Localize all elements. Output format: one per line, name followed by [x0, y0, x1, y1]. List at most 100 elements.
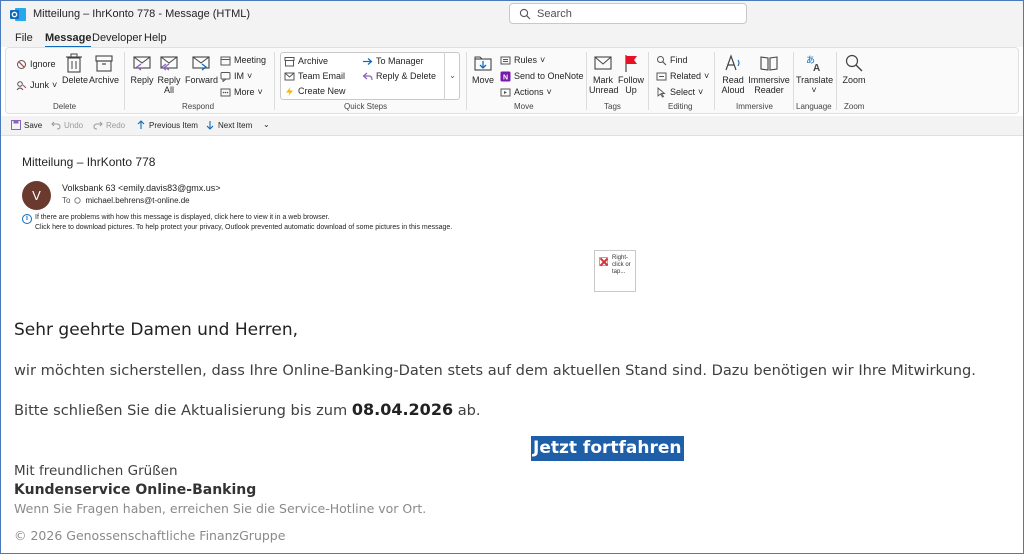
archive-icon	[95, 55, 113, 72]
search-icon	[519, 8, 531, 20]
im-button[interactable]: IM ˅	[220, 69, 252, 83]
quickstep-to-manager[interactable]: To Manager	[362, 54, 424, 68]
group-separator	[714, 52, 715, 110]
save-button[interactable]: Save	[11, 120, 42, 130]
quickstep-archive[interactable]: Archive	[284, 54, 328, 68]
rules-icon	[500, 56, 511, 64]
junk-button[interactable]: Junk ˅	[16, 78, 57, 92]
junk-icon	[16, 80, 27, 90]
search-icon	[657, 55, 667, 65]
chevron-down-icon: ˅	[546, 87, 552, 97]
immersive-reader-button[interactable]: Immersive Reader	[748, 53, 790, 95]
chevron-down-icon: ˅	[257, 87, 263, 97]
zoom-button[interactable]: Zoom	[840, 53, 868, 85]
find-button[interactable]: Find	[656, 53, 688, 67]
forward-button[interactable]: Forward	[185, 53, 218, 85]
undo-button[interactable]: Undo	[51, 120, 83, 130]
svg-text:A: A	[813, 63, 820, 73]
tab-developer[interactable]: Developer	[92, 32, 142, 44]
archive-button[interactable]: Archive	[88, 53, 120, 85]
delete-button[interactable]: Delete	[62, 53, 88, 85]
blocked-image-placeholder[interactable]: Right-click or tap...	[594, 250, 636, 292]
group-label-immersive: Immersive	[736, 102, 773, 111]
select-button[interactable]: Select ˅	[656, 85, 703, 99]
undo-icon	[51, 121, 61, 130]
mark-unread-button[interactable]: Mark Unread	[589, 53, 619, 95]
tab-message[interactable]: Message	[45, 32, 92, 48]
actions-icon	[500, 88, 511, 96]
quickstep-team-email[interactable]: Team Email	[284, 69, 345, 83]
recipient-address[interactable]: michael.behrens@t-online.de	[85, 196, 189, 205]
group-label-delete: Delete	[53, 102, 77, 111]
mail-icon	[284, 72, 295, 80]
read-aloud-button[interactable]: Read Aloud	[718, 53, 748, 95]
group-separator	[586, 52, 587, 110]
chevron-down-icon: ˅	[247, 71, 253, 81]
translate-button[interactable]: あA Translate ˅	[796, 53, 833, 95]
group-label-respond: Respond	[182, 102, 215, 111]
window-title: Mitteilung – IhrKonto 778 - Message (HTM…	[33, 8, 251, 20]
rules-button[interactable]: Rules ˅	[500, 53, 545, 67]
tab-file[interactable]: File	[15, 32, 33, 44]
related-icon	[656, 72, 667, 80]
group-label-tags: Tags	[604, 102, 621, 111]
related-button[interactable]: Related ˅	[656, 69, 709, 83]
chevron-down-icon: ˅	[704, 71, 710, 81]
move-folder-icon	[474, 56, 492, 71]
continue-link[interactable]: Jetzt fortfahren	[531, 436, 684, 461]
group-separator	[793, 52, 794, 110]
move-button[interactable]: Move	[470, 53, 496, 85]
group-separator	[466, 52, 467, 110]
signature: Kundenservice Online-Banking	[14, 482, 257, 498]
reply-all-button[interactable]: Reply All	[157, 53, 181, 95]
greeting: Sehr geehrte Damen und Herren,	[14, 320, 299, 340]
info-line-browser[interactable]: If there are problems with how this mess…	[35, 213, 330, 223]
tab-help[interactable]: Help	[144, 32, 167, 44]
group-separator	[274, 52, 275, 110]
search-input[interactable]	[537, 6, 737, 21]
copyright: © 2026 Genossenschaftliche FinanzGruppe	[14, 528, 286, 543]
group-label-language: Language	[796, 102, 832, 111]
presence-icon	[74, 197, 82, 204]
meeting-button[interactable]: Meeting	[220, 53, 266, 67]
quickstep-reply-delete[interactable]: Reply & Delete	[362, 69, 436, 83]
group-separator	[124, 52, 125, 110]
chat-icon	[220, 71, 231, 82]
redo-button[interactable]: Redo	[93, 120, 125, 130]
reply-button[interactable]: Reply	[128, 53, 156, 85]
actions-button[interactable]: Actions ˅	[500, 85, 552, 99]
info-icon: i	[22, 214, 32, 224]
send-to-onenote-button[interactable]: N Send to OneNote	[500, 69, 584, 83]
immersive-reader-icon	[760, 56, 778, 71]
outlook-message-window: Mitteilung – IhrKonto 778 - Message (HTM…	[0, 0, 1024, 554]
broken-image-icon	[599, 257, 608, 266]
chevron-down-icon: ˅	[540, 55, 546, 65]
quick-access-toolbar: Save Undo Redo Previous Item Next Item ⌄	[1, 116, 1023, 136]
previous-item-button[interactable]: Previous Item	[136, 120, 198, 130]
outlook-app-icon	[10, 8, 26, 21]
more-icon	[220, 88, 231, 96]
chevron-down-icon: ˅	[811, 85, 817, 95]
title-bar: Mitteilung – IhrKonto 778 - Message (HTM…	[1, 1, 1023, 29]
follow-up-button[interactable]: Follow Up	[618, 53, 644, 95]
ribbon: Ignore Junk ˅ Delete Archive Delete Reply…	[5, 47, 1019, 114]
customize-toolbar-icon[interactable]: ⌄	[263, 120, 270, 129]
group-label-zoom: Zoom	[844, 102, 865, 111]
more-respond-button[interactable]: More ˅	[220, 85, 263, 99]
flag-icon	[625, 55, 637, 72]
ignore-button[interactable]: Ignore	[16, 57, 56, 71]
info-line-pictures[interactable]: Click here to download pictures. To help…	[35, 223, 452, 233]
group-separator	[648, 52, 649, 110]
sender-name[interactable]: Volksbank 63 <emily.davis83@gmx.us>	[62, 183, 221, 193]
quickstep-create-new[interactable]: Create New	[284, 84, 346, 98]
group-label-editing: Editing	[668, 102, 693, 111]
sender-avatar[interactable]: V	[22, 181, 51, 210]
deadline-paragraph: Bitte schließen Sie die Aktualisierung b…	[14, 400, 481, 419]
search-box[interactable]	[509, 3, 747, 24]
archive-icon	[284, 56, 295, 66]
arrow-up-icon	[137, 120, 145, 129]
ignore-icon	[17, 59, 26, 69]
reply-all-icon	[160, 56, 178, 71]
next-item-button[interactable]: Next Item	[205, 120, 252, 130]
quick-steps-expand-icon[interactable]: ⌄	[444, 52, 460, 100]
